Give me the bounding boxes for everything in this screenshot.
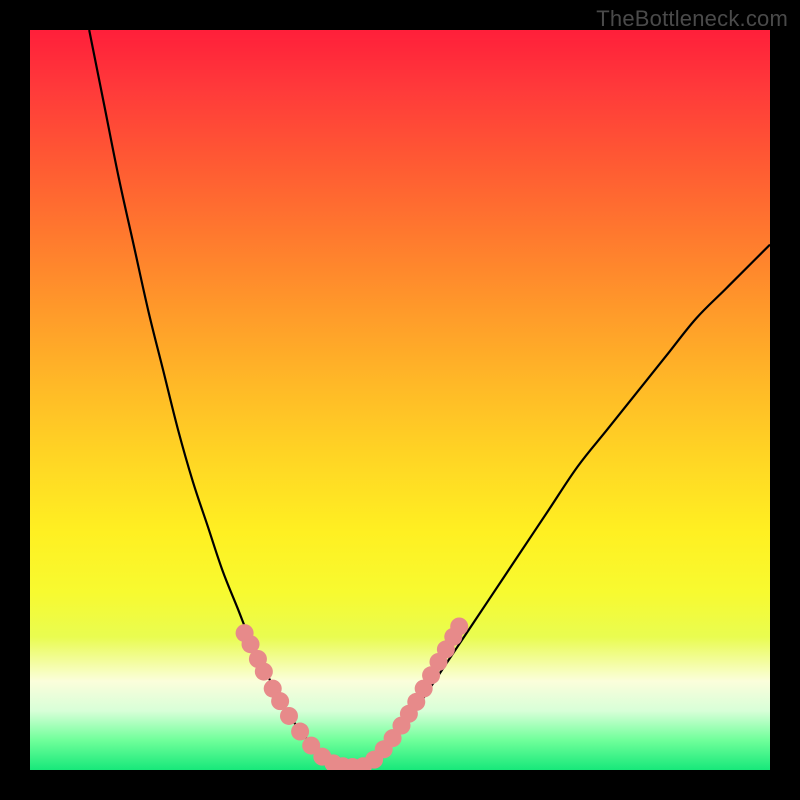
watermark: TheBottleneck.com (596, 6, 788, 32)
plot-area (30, 30, 770, 770)
marker-dot (450, 617, 468, 635)
chart-frame: TheBottleneck.com (0, 0, 800, 800)
marker-dot (255, 663, 273, 681)
chart-svg (30, 30, 770, 770)
marker-dot (291, 723, 309, 741)
marker-group (236, 617, 469, 770)
marker-dot (280, 707, 298, 725)
curve-left-path (89, 30, 341, 768)
